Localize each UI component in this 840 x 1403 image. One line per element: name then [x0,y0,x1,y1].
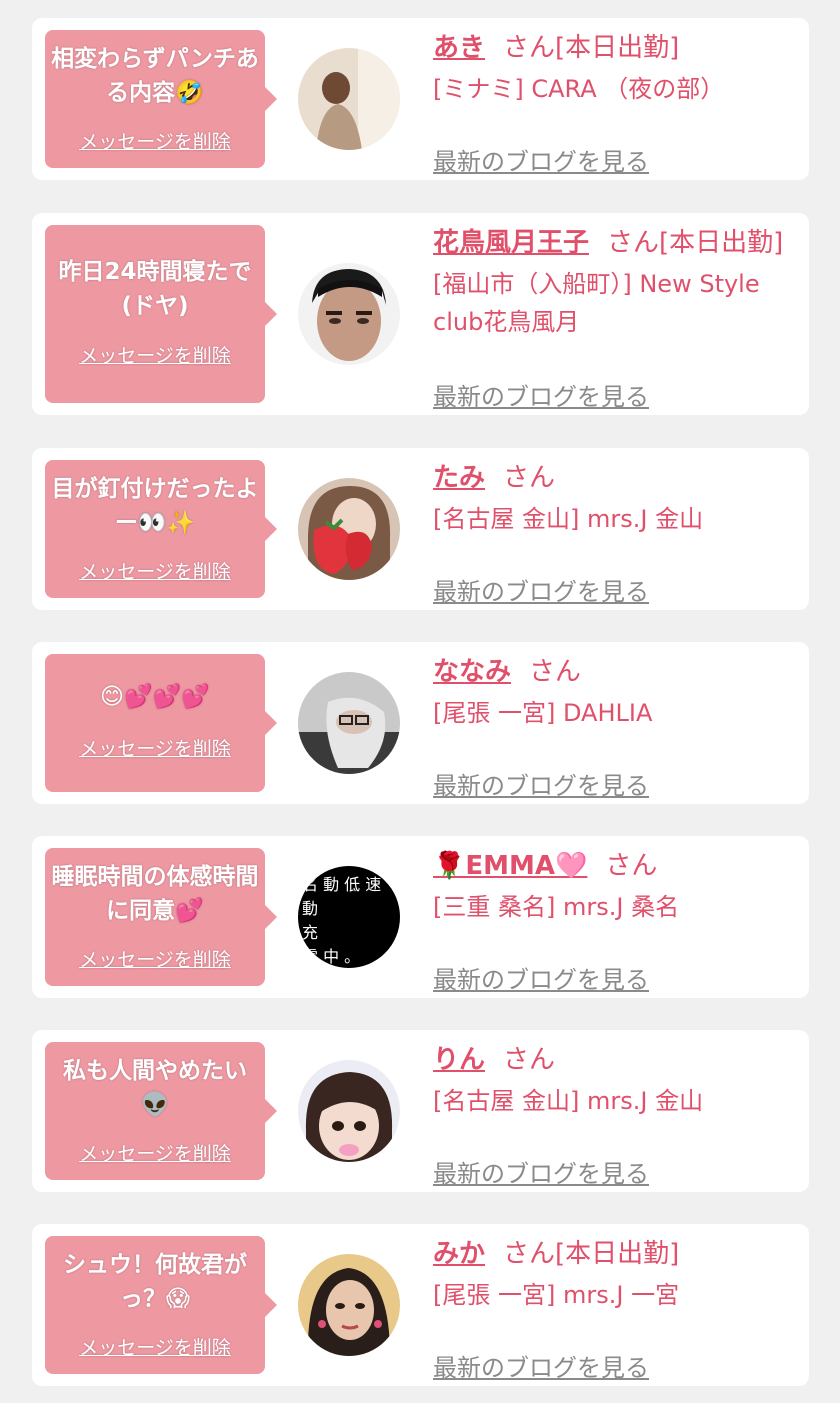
avatar[interactable] [298,263,400,365]
message-bubble: 相変わらずパンチある内容🤣 メッセージを削除 [45,30,277,168]
shop-info: [尾張 一宮] DAHLIA [433,699,653,727]
delete-message-link[interactable]: メッセージを削除 [45,1333,265,1360]
message-text: 睡眠時間の体感時間に同意💕 [51,864,259,924]
user-name-link[interactable]: ななみ [433,657,511,687]
user-info: 花鳥風月王子 さん[本日出勤] [福山市（入船町）] New Style club… [433,225,803,411]
user-suffix: さん [529,657,582,687]
user-suffix: さん[本日出勤] [503,1239,680,1269]
delete-message-link[interactable]: メッセージを削除 [45,557,265,584]
avatar[interactable] [298,478,400,580]
view-blog-link[interactable]: 最新のブログを見る [433,142,649,177]
user-name-link[interactable]: みか [433,1239,485,1269]
user-suffix: さん [503,463,556,493]
shop-info: [三重 桑名] mrs.J 桑名 [433,893,680,921]
delete-message-link[interactable]: メッセージを削除 [45,127,265,154]
user-info: あき さん[本日出勤] [ミナミ] CARA （夜の部） 最新のブログを見る [433,30,803,176]
message-card: シュウ！何故君がっ？😱 メッセージを削除 みか さん[本日出勤] [尾張 一宮] … [32,1224,809,1386]
avatar[interactable] [298,48,400,150]
user-name-link[interactable]: りん [433,1045,485,1075]
message-text: 昨日24時間寝たで(ドヤ) [58,259,252,319]
svg-text:動: 動 [302,899,318,918]
user-suffix: さん[本日出勤] [503,33,680,63]
view-blog-link[interactable]: 最新のブログを見る [433,1154,649,1189]
svg-text:充: 充 [302,923,318,942]
message-card: 目が釘付けだったよー👀✨ メッセージを削除 たみ さん [名古屋 金山] mrs.… [32,448,809,610]
message-bubble: 昨日24時間寝たで(ドヤ) メッセージを削除 [45,225,277,403]
message-text: 目が釘付けだったよー👀✨ [51,476,259,536]
delete-message-link[interactable]: メッセージを削除 [45,734,265,761]
user-name-link[interactable]: 花鳥風月王子 [433,228,589,258]
avatar[interactable]: 名 動 低 速 動 充 電 中 。 [298,866,400,968]
user-name-link[interactable]: たみ [433,463,485,493]
user-info: ななみ さん [尾張 一宮] DAHLIA 最新のブログを見る [433,654,803,800]
user-info: りん さん [名古屋 金山] mrs.J 金山 最新のブログを見る [433,1042,803,1188]
message-bubble: 睡眠時間の体感時間に同意💕 メッセージを削除 [45,848,277,986]
delete-message-link[interactable]: メッセージを削除 [45,341,265,368]
shop-info: [尾張 一宮] mrs.J 一宮 [433,1281,680,1309]
message-card: 昨日24時間寝たで(ドヤ) メッセージを削除 花鳥風月王子 さん[本日出勤] [福… [32,213,809,415]
view-blog-link[interactable]: 最新のブログを見る [433,377,649,412]
name-line: ななみ さん [433,654,803,690]
svg-text:名 動 低 速: 名 動 低 速 [302,875,381,894]
view-blog-link[interactable]: 最新のブログを見る [433,1348,649,1383]
name-line: あき さん[本日出勤] [433,30,803,66]
message-text: 相変わらずパンチある内容🤣 [51,46,259,106]
svg-text:電 中 。: 電 中 。 [302,947,360,966]
name-line: みか さん[本日出勤] [433,1236,803,1272]
user-info: 🌹EMMA🩷 さん [三重 桑名] mrs.J 桑名 最新のブログを見る [433,848,803,994]
delete-message-link[interactable]: メッセージを削除 [45,1139,265,1166]
name-line: りん さん [433,1042,803,1078]
shop-info: [名古屋 金山] mrs.J 金山 [433,505,704,533]
user-suffix: さん [503,1045,556,1075]
user-name-link[interactable]: 🌹EMMA🩷 [433,851,587,881]
shop-info: [福山市（入船町）] New Style club花鳥風月 [433,270,760,336]
name-line: たみ さん [433,460,803,496]
name-line: 花鳥風月王子 さん[本日出勤] [433,225,803,261]
view-blog-link[interactable]: 最新のブログを見る [433,572,649,607]
message-card: 😊💕💕💕 メッセージを削除 ななみ さん [尾張 一宮] DAHLIA 最新のブロ… [32,642,809,804]
user-suffix: さん [605,851,658,881]
user-info: たみ さん [名古屋 金山] mrs.J 金山 最新のブログを見る [433,460,803,606]
message-bubble: シュウ！何故君がっ？😱 メッセージを削除 [45,1236,277,1374]
user-suffix: さん[本日出勤] [607,228,784,258]
message-text: 私も人間やめたい👽 [63,1058,247,1118]
message-card: 私も人間やめたい👽 メッセージを削除 りん さん [名古屋 金山] mrs.J 金… [32,1030,809,1192]
name-line: 🌹EMMA🩷 さん [433,848,803,884]
avatar[interactable] [298,672,400,774]
avatar[interactable] [298,1254,400,1356]
delete-message-link[interactable]: メッセージを削除 [45,945,265,972]
message-bubble: 😊💕💕💕 メッセージを削除 [45,654,277,792]
message-list: 相変わらずパンチある内容🤣 メッセージを削除 あき さん[本日出勤] [ミナミ] … [0,0,840,1403]
shop-info: [名古屋 金山] mrs.J 金山 [433,1087,704,1115]
message-bubble: 私も人間やめたい👽 メッセージを削除 [45,1042,277,1180]
avatar[interactable] [298,1060,400,1162]
message-bubble: 目が釘付けだったよー👀✨ メッセージを削除 [45,460,277,598]
shop-info: [ミナミ] CARA （夜の部） [433,75,725,103]
message-text: 😊💕💕💕 [100,684,210,710]
message-text: シュウ！何故君がっ？😱 [63,1252,247,1312]
message-card: 相変わらずパンチある内容🤣 メッセージを削除 あき さん[本日出勤] [ミナミ] … [32,18,809,180]
user-name-link[interactable]: あき [433,33,485,63]
message-card: 睡眠時間の体感時間に同意💕 メッセージを削除 名 動 低 速 動 充 電 中 。… [32,836,809,998]
user-info: みか さん[本日出勤] [尾張 一宮] mrs.J 一宮 最新のブログを見る [433,1236,803,1382]
view-blog-link[interactable]: 最新のブログを見る [433,960,649,995]
view-blog-link[interactable]: 最新のブログを見る [433,766,649,801]
